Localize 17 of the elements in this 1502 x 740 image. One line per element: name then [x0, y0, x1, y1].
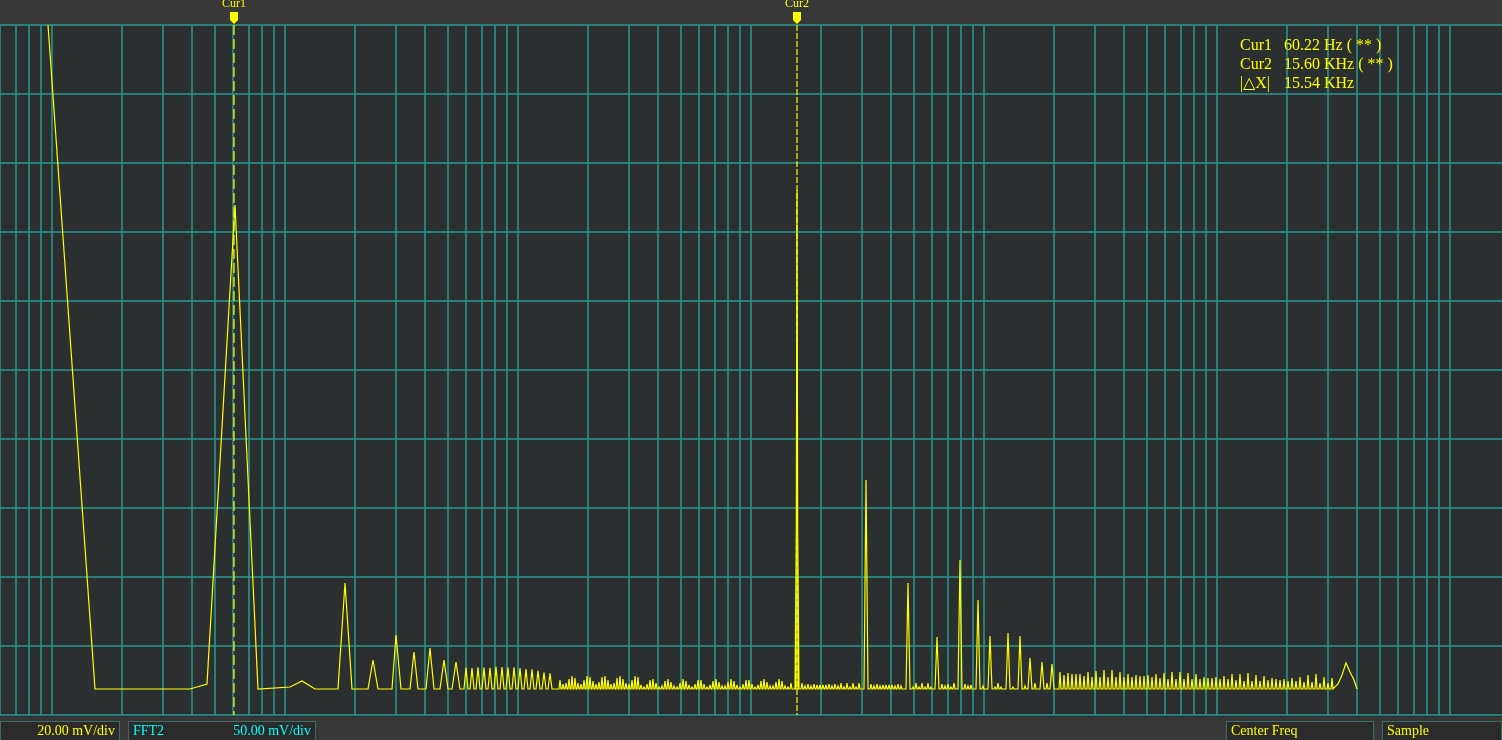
readout-label: Cur2 [1240, 54, 1272, 73]
channel-panel[interactable]: FFT2 50.00 mV/div [128, 721, 316, 740]
channel-panel[interactable]: 20.00 mV/div [0, 721, 120, 740]
cursor-line[interactable] [796, 24, 798, 716]
readout-value: 60.22 Hz ( ** ) [1284, 35, 1383, 54]
readout-label: Cur1 [1240, 35, 1272, 54]
setting-panel[interactable]: Center Freq [1226, 721, 1374, 740]
readout-label: |△X| [1240, 73, 1271, 92]
channel-name: FFT2 [133, 723, 165, 739]
readout-value: 15.60 KHz ( ** ) [1284, 54, 1393, 73]
cursor-line[interactable] [233, 24, 235, 716]
setting-panel[interactable]: Sample [1382, 721, 1502, 740]
channel-scale: 50.00 mV/div [233, 723, 311, 739]
cursor-marker-icon[interactable] [793, 12, 801, 24]
channel-scale: 20.00 mV/div [37, 723, 115, 739]
cursor-marker-icon[interactable] [230, 12, 238, 24]
readout-value: 15.54 KHz [1284, 73, 1356, 92]
